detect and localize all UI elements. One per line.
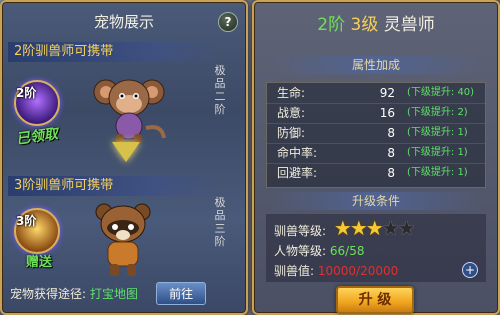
- stat-value: 16: [379, 106, 395, 120]
- stats-box: 生命: 92 (下级提升: 40) 战意: 16 (下级提升: 2) 防御: 8…: [266, 82, 486, 188]
- tier3-grade-label: 极品三阶: [214, 196, 226, 248]
- stat-row: 命中率: 8 (下级提升: 1): [267, 143, 485, 164]
- tame-value-row: 驯兽值: 10000/20000: [274, 262, 398, 279]
- tier3-gift-tag: 赠送: [26, 255, 53, 270]
- upgrade-conditions-box: 驯兽等级: ★★★★★ 人物等级: 66/58 驯兽值: 10000/20000…: [266, 214, 486, 282]
- arrow-down-icon: [112, 142, 140, 162]
- class-tier: 2阶: [317, 15, 346, 35]
- class-title: 2阶 3级 灵兽师: [254, 10, 498, 35]
- pet-source-row: 宠物获得途径: 打宝地图 前往: [10, 282, 207, 305]
- tamer-level-label: 驯兽等级:: [274, 224, 327, 238]
- stat-bonus: (下级提升: 1): [407, 167, 468, 178]
- tier2-banner: 2阶驯兽师可携带: [8, 42, 219, 62]
- class-level: 3级: [350, 15, 379, 35]
- add-tame-value-icon[interactable]: +: [462, 262, 478, 278]
- class-info-panel: 2阶 3级 灵兽师 属性加成 生命: 92 (下级提升: 40) 战意: 16 …: [252, 0, 500, 315]
- stat-row: 防御: 8 (下级提升: 1): [267, 123, 485, 144]
- tamer-level-row: 驯兽等级: ★★★★★: [274, 218, 416, 239]
- tier2-badge-label: 2阶: [16, 86, 37, 100]
- tamer-star-rating: ★★★★★: [334, 218, 416, 238]
- pet-display-title: 宠物展示: [93, 12, 154, 31]
- stat-value: 8: [387, 126, 395, 140]
- stat-label: 回避率:: [277, 166, 318, 180]
- treasure-map-link[interactable]: 打宝地图: [90, 285, 138, 302]
- attributes-header: 属性加成: [270, 56, 482, 74]
- stat-label: 战意:: [277, 106, 306, 120]
- pet-source-label: 宠物获得途径:: [10, 287, 87, 301]
- stat-row: 回避率: 8 (下级提升: 1): [267, 163, 485, 183]
- star-empty-icon: ★: [397, 216, 416, 240]
- stat-label: 防御:: [277, 126, 306, 140]
- stat-row: 战意: 16 (下级提升: 2): [267, 103, 485, 124]
- upgrade-conditions-header: 升级条件: [270, 192, 482, 210]
- stat-bonus: (下级提升: 40): [407, 87, 475, 98]
- stat-value: 92: [379, 86, 395, 100]
- class-name: 灵兽师: [383, 15, 435, 35]
- char-level-row: 人物等级: 66/58: [274, 242, 364, 259]
- tier3-banner: 3阶驯兽师可携带: [8, 176, 219, 196]
- stat-bonus: (下级提升: 1): [407, 147, 468, 158]
- raccoon-pet-image: [95, 203, 151, 276]
- char-level-value: 66/58: [329, 244, 365, 258]
- tier3-badge-label: 3阶: [16, 214, 37, 228]
- upgrade-button[interactable]: 升 级: [336, 286, 414, 314]
- stat-bonus: (下级提升: 2): [407, 107, 468, 118]
- tame-value: 10000/20000: [317, 264, 399, 278]
- help-button[interactable]: ?: [218, 12, 238, 32]
- char-level-label: 人物等级:: [274, 244, 327, 258]
- stat-label: 命中率:: [277, 146, 318, 160]
- monkey-pet-image: [93, 79, 166, 144]
- stat-value: 8: [387, 166, 395, 180]
- pet-display-panel: 宠物展示 ? 2阶驯兽师可携带 2阶 已领取 极品二阶 3阶驯兽师可携带 3阶 …: [0, 0, 248, 315]
- stat-value: 8: [387, 146, 395, 160]
- tier2-claimed-tag: 已领取: [15, 126, 60, 148]
- go-button[interactable]: 前往: [156, 282, 207, 305]
- stat-label: 生命:: [277, 86, 306, 100]
- tier2-grade-label: 极品二阶: [214, 64, 226, 116]
- tame-value-label: 驯兽值:: [274, 264, 315, 278]
- tier2-pet-badge[interactable]: 2阶: [14, 80, 60, 126]
- stat-bonus: (下级提升: 1): [407, 127, 468, 138]
- tier3-pet-badge[interactable]: 3阶: [14, 208, 60, 254]
- stat-row: 生命: 92 (下级提升: 40): [267, 83, 485, 104]
